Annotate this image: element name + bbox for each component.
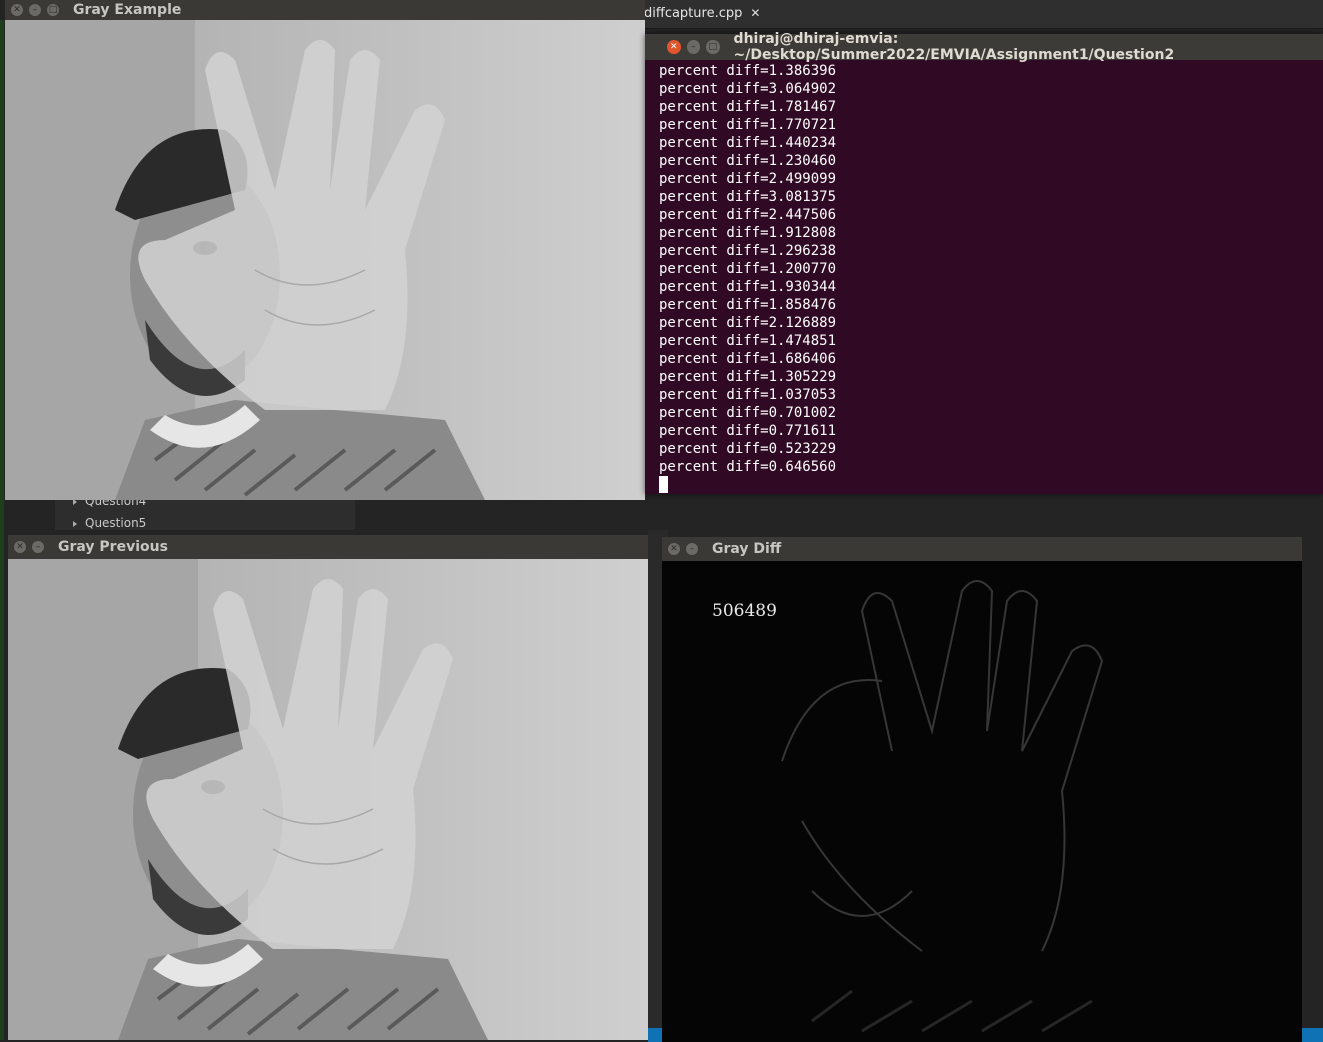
terminal-title: dhiraj@dhiraj-emvia: ~/Desktop/Summer202… bbox=[733, 31, 1175, 63]
gray-previous-window[interactable]: ✕ – Gray Previous bbox=[8, 535, 648, 1040]
gray-diff-window[interactable]: ✕ – Gray Diff 506489 bbox=[662, 537, 1302, 1042]
editor-tab-label: diffcapture.cpp bbox=[644, 5, 743, 21]
terminal-line: percent diff=2.499099 bbox=[659, 171, 837, 187]
terminal-line: percent diff=1.912808 bbox=[659, 225, 837, 241]
terminal-line: percent diff=2.447506 bbox=[659, 207, 837, 223]
maximize-icon[interactable]: □ bbox=[706, 40, 720, 54]
close-icon[interactable]: ✕ bbox=[667, 40, 681, 54]
minimize-icon[interactable]: – bbox=[686, 543, 698, 555]
terminal-line: percent diff=1.440234 bbox=[659, 135, 837, 151]
diff-pixel-count: 506489 bbox=[712, 601, 777, 621]
terminal-line: percent diff=1.305229 bbox=[659, 369, 837, 385]
window-title: Gray Diff bbox=[712, 541, 782, 557]
terminal-line: percent diff=1.686406 bbox=[659, 351, 837, 367]
minimize-icon[interactable]: – bbox=[32, 541, 44, 553]
terminal-cursor bbox=[659, 476, 668, 493]
window-titlebar[interactable]: ✕ – Gray Diff bbox=[662, 537, 1302, 561]
terminal-line: percent diff=1.474851 bbox=[659, 333, 837, 349]
terminal-line: percent diff=1.037053 bbox=[659, 387, 837, 403]
terminal-line: percent diff=1.781467 bbox=[659, 99, 837, 115]
terminal-titlebar[interactable]: ✕ – □ dhiraj@dhiraj-emvia: ~/Desktop/Sum… bbox=[645, 31, 1323, 63]
explorer-item-question5[interactable]: Question5 bbox=[73, 516, 146, 530]
terminal-line: percent diff=1.858476 bbox=[659, 297, 837, 313]
terminal-line: percent diff=0.523229 bbox=[659, 441, 837, 457]
terminal-line: percent diff=1.230460 bbox=[659, 153, 837, 169]
terminal-line: percent diff=1.930344 bbox=[659, 279, 837, 295]
maximize-icon[interactable]: □ bbox=[47, 4, 59, 16]
close-icon[interactable]: ✕ bbox=[14, 541, 26, 553]
close-icon[interactable]: ✕ bbox=[11, 4, 23, 16]
desktop-edge bbox=[0, 20, 4, 1040]
terminal-line: percent diff=3.064902 bbox=[659, 81, 837, 97]
terminal-window[interactable]: ✕ – □ dhiraj@dhiraj-emvia: ~/Desktop/Sum… bbox=[645, 31, 1323, 494]
terminal-line: percent diff=1.296238 bbox=[659, 243, 837, 259]
terminal-line: percent diff=2.126889 bbox=[659, 315, 837, 331]
terminal-line: percent diff=1.770721 bbox=[659, 117, 837, 133]
camera-frame bbox=[5, 20, 645, 500]
window-titlebar[interactable]: ✕ – Gray Previous bbox=[8, 535, 648, 559]
terminal-line: percent diff=0.646560 bbox=[659, 459, 837, 475]
terminal-line: percent diff=1.386396 bbox=[659, 63, 837, 79]
window-title: Gray Previous bbox=[58, 539, 168, 555]
diff-frame: 506489 bbox=[662, 561, 1302, 1042]
tab-close-icon[interactable]: ✕ bbox=[750, 6, 760, 20]
explorer-item-label: Question5 bbox=[85, 516, 147, 530]
terminal-output: percent diff=1.386396 percent diff=3.0649… bbox=[659, 62, 836, 476]
gray-example-window[interactable]: ✕ – □ Gray Example bbox=[5, 0, 645, 500]
terminal-line: percent diff=0.771611 bbox=[659, 423, 837, 439]
minimize-icon[interactable]: – bbox=[29, 4, 41, 16]
window-title: Gray Example bbox=[73, 2, 182, 18]
terminal-line: percent diff=0.701002 bbox=[659, 405, 837, 421]
expand-arrow-icon bbox=[73, 520, 77, 527]
terminal-line: percent diff=1.200770 bbox=[659, 261, 837, 277]
editor-tab-diffcapture[interactable]: diffcapture.cpp ✕ bbox=[644, 3, 760, 23]
camera-frame bbox=[8, 559, 648, 1040]
close-icon[interactable]: ✕ bbox=[668, 543, 680, 555]
minimize-icon[interactable]: – bbox=[686, 40, 701, 54]
window-titlebar[interactable]: ✕ – □ Gray Example bbox=[5, 0, 645, 20]
terminal-line: percent diff=3.081375 bbox=[659, 189, 837, 205]
